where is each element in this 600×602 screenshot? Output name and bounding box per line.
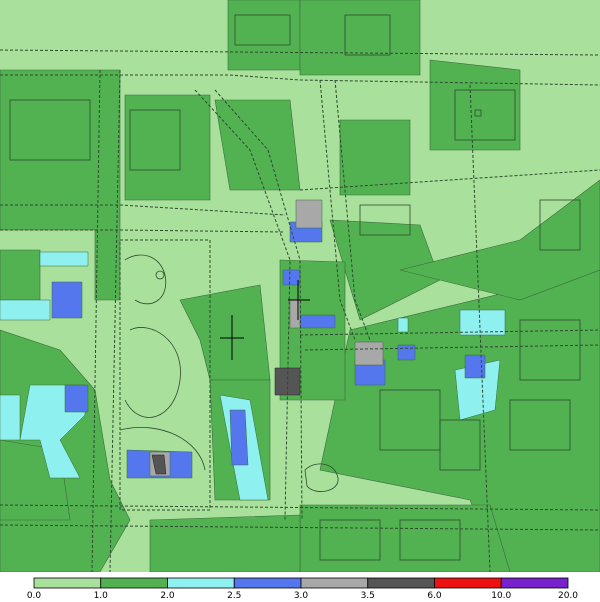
legend-label-7: 10.0 bbox=[491, 591, 511, 601]
legend-label-8: 20.0 bbox=[558, 591, 578, 601]
legend-swatch-6 bbox=[434, 577, 502, 589]
legend-color-bar bbox=[33, 577, 569, 589]
legend-swatch-5 bbox=[367, 577, 435, 589]
legend-swatch-7 bbox=[500, 577, 569, 589]
legend-label-6: 6.0 bbox=[427, 591, 442, 601]
legend-label-5: 3.5 bbox=[361, 591, 375, 601]
noise-map: 0.0 1.0 2.0 2.5 3.0 3.5 6.0 10.0 20.0 bbox=[0, 0, 600, 602]
legend-label-0: 0.0 bbox=[27, 591, 42, 601]
legend-label-4: 3.0 bbox=[294, 591, 309, 601]
legend-swatch-2 bbox=[167, 577, 235, 589]
legend-label-1: 1.0 bbox=[94, 591, 109, 601]
legend-swatch-3 bbox=[233, 577, 302, 589]
legend-swatch-4 bbox=[300, 577, 369, 589]
legend-label-2: 2.0 bbox=[160, 591, 175, 601]
legend-swatch-1 bbox=[100, 577, 168, 589]
legend-label-3: 2.5 bbox=[227, 591, 241, 601]
legend-swatch-0 bbox=[33, 577, 102, 589]
